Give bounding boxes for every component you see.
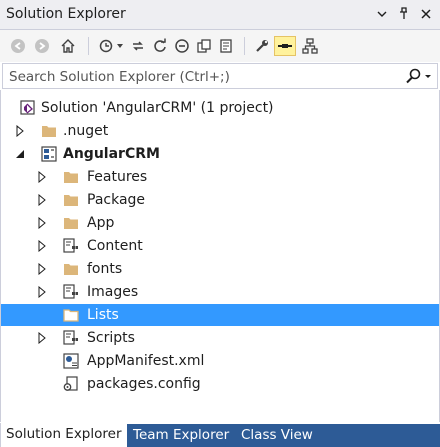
tree-item-solution[interactable]: Solution 'AngularCRM' (1 project) — [1, 97, 439, 119]
tree-item-package[interactable]: Package — [1, 189, 439, 211]
tree-item-label: App — [87, 215, 115, 231]
expand-arrow-icon[interactable] — [36, 239, 48, 253]
tab-team-explorer[interactable]: Team Explorer — [128, 424, 234, 447]
tree-item-nuget[interactable]: .nuget — [1, 120, 439, 142]
tree-item-appmanifest[interactable]: AppManifest.xml — [1, 350, 439, 372]
sync-with-document-icon[interactable] — [128, 36, 148, 56]
tree-item-label: AngularCRM — [63, 146, 160, 162]
search-icon[interactable] — [403, 68, 433, 86]
search-box[interactable]: Search Solution Explorer (Ctrl+;) — [2, 63, 438, 89]
expand-arrow-icon[interactable] — [36, 285, 48, 299]
tree-item-label: Package — [87, 192, 146, 208]
tree-item-label: AppManifest.xml — [87, 353, 205, 369]
tree-item-label: fonts — [87, 261, 123, 277]
close-icon[interactable] — [418, 6, 434, 22]
dropdown-icon[interactable] — [114, 36, 126, 56]
tree-item-label: .nuget — [63, 123, 109, 139]
pin-icon[interactable] — [274, 36, 296, 56]
back-icon[interactable] — [8, 36, 28, 56]
collapse-arrow-icon[interactable] — [14, 148, 26, 160]
collapse-all-icon[interactable] — [172, 36, 192, 56]
home-icon[interactable] — [58, 36, 78, 56]
folder-icon — [63, 192, 79, 208]
show-all-files-icon[interactable] — [194, 36, 214, 56]
module-icon — [63, 284, 79, 300]
config-file-icon — [63, 376, 79, 392]
folder-icon — [41, 123, 57, 139]
tree-item-lists[interactable]: Lists — [1, 304, 439, 326]
solution-icon — [20, 100, 36, 116]
expand-arrow-icon[interactable] — [36, 331, 48, 345]
properties-icon[interactable] — [252, 36, 272, 56]
class-view-icon[interactable] — [300, 36, 320, 56]
tree-item-label: Features — [87, 169, 148, 185]
tree-item-fonts[interactable]: fonts — [1, 258, 439, 280]
pending-changes-filter-icon[interactable] — [96, 36, 116, 56]
preview-selected-items-icon[interactable] — [216, 36, 236, 56]
tree-item-content[interactable]: Content — [1, 235, 439, 257]
expand-arrow-icon[interactable] — [36, 193, 48, 207]
tree-item-scripts[interactable]: Scripts — [1, 327, 439, 349]
title-bar: Solution Explorer — [0, 0, 440, 30]
pin-window-icon[interactable] — [396, 6, 412, 22]
window-title: Solution Explorer — [6, 6, 126, 22]
search-input[interactable]: Search Solution Explorer (Ctrl+;) — [9, 69, 230, 85]
tree-item-features[interactable]: Features — [1, 166, 439, 188]
tree-item-packages-config[interactable]: packages.config — [1, 373, 439, 395]
tree-item-label: packages.config — [87, 376, 201, 392]
expand-arrow-icon[interactable] — [36, 170, 48, 184]
expand-arrow-icon[interactable] — [14, 124, 26, 138]
expand-arrow-icon[interactable] — [36, 216, 48, 230]
solution-tree: Solution 'AngularCRM' (1 project) .nuget… — [0, 90, 440, 422]
tree-item-project[interactable]: AngularCRM — [1, 143, 439, 165]
folder-icon — [63, 215, 79, 231]
tree-item-app[interactable]: App — [1, 212, 439, 234]
tree-item-images[interactable]: Images — [1, 281, 439, 303]
tool-window-tabs: Solution Explorer Team Explorer Class Vi… — [0, 423, 440, 447]
tree-item-label: Content — [87, 238, 143, 254]
tree-item-label: Lists — [87, 307, 119, 323]
module-icon — [63, 238, 79, 254]
project-icon — [41, 146, 57, 162]
expand-arrow-icon[interactable] — [36, 262, 48, 276]
toolbar-separator — [88, 37, 89, 55]
toolbar-separator — [244, 37, 245, 55]
forward-icon[interactable] — [32, 36, 52, 56]
folder-icon — [63, 261, 79, 277]
tab-solution-explorer[interactable]: Solution Explorer — [0, 423, 127, 447]
manifest-icon — [63, 353, 79, 369]
refresh-icon[interactable] — [150, 36, 170, 56]
tree-item-label: Images — [87, 284, 139, 300]
tree-item-label: Scripts — [87, 330, 135, 346]
module-icon — [63, 330, 79, 346]
toolbar — [0, 30, 440, 62]
empty-folder-icon — [63, 307, 79, 323]
tree-item-label: Solution 'AngularCRM' (1 project) — [41, 100, 274, 116]
folder-icon — [63, 169, 79, 185]
tab-class-view[interactable]: Class View — [236, 424, 318, 447]
window-position-dropdown-icon[interactable] — [374, 6, 390, 22]
